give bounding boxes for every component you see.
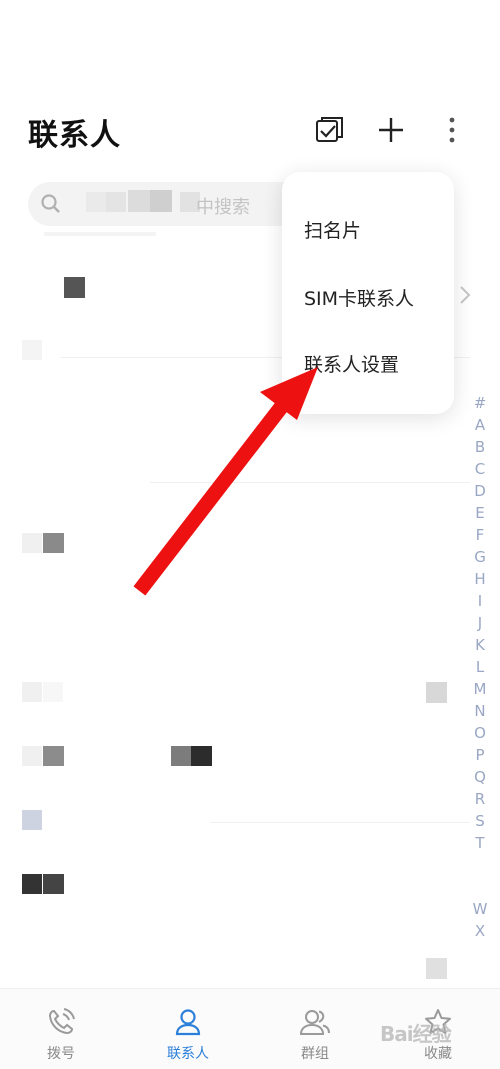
blurred-text <box>106 192 126 212</box>
page-title: 联系人 <box>28 118 121 153</box>
alphabet-index-letter[interactable]: W <box>473 898 488 920</box>
alphabet-index[interactable]: # A B C D E F G H I J K L M N O P Q R S T W X <box>468 392 492 964</box>
alphabet-index-letter[interactable]: B <box>475 436 485 458</box>
menu-item-scan-card[interactable]: 扫名片 <box>304 216 361 243</box>
alphabet-index-letter[interactable]: H <box>474 568 485 590</box>
search-placeholder: 中搜索 <box>196 197 250 218</box>
alphabet-index-letter[interactable]: A <box>475 414 485 436</box>
person-icon <box>175 1009 201 1036</box>
blurred-contact-extra <box>426 682 447 703</box>
blurred-text <box>128 190 150 212</box>
alphabet-index-letter[interactable]: L <box>476 656 484 678</box>
blurred-contact-name <box>191 746 212 766</box>
alphabet-index-letter[interactable]: Q <box>474 766 486 788</box>
alphabet-index-letter[interactable]: P <box>475 744 484 766</box>
tab-dial[interactable]: 拨号 <box>11 989 111 1069</box>
alphabet-index-letter[interactable]: K <box>475 634 485 656</box>
blurred-text <box>150 190 172 212</box>
menu-item-sim-contacts[interactable]: SIM卡联系人 <box>304 284 414 311</box>
more-vertical-icon <box>449 117 455 143</box>
phone-icon <box>48 1008 75 1035</box>
group-icon <box>299 1010 330 1035</box>
alphabet-index-letter[interactable]: D <box>474 480 486 502</box>
more-options-button[interactable] <box>434 112 470 148</box>
alphabet-index-letter[interactable]: S <box>475 810 485 832</box>
blurred-contact-avatar[interactable] <box>43 874 64 894</box>
red-annotation-arrow <box>133 367 318 596</box>
tab-label: 联系人 <box>167 1046 209 1062</box>
alphabet-index-letter[interactable]: # <box>474 392 487 414</box>
alphabet-index-letter[interactable]: T <box>475 832 484 854</box>
blurred-contact-extra <box>426 958 447 979</box>
alphabet-index-letter[interactable]: R <box>475 788 485 810</box>
blurred-contact-avatar[interactable] <box>22 682 42 702</box>
tab-label: 群组 <box>301 1046 329 1062</box>
blurred-contact-avatar[interactable] <box>43 682 63 702</box>
blurred-contact-avatar[interactable] <box>43 533 64 553</box>
list-divider <box>150 482 470 483</box>
blurred-contact-name <box>44 232 156 236</box>
alphabet-index-letter[interactable]: M <box>474 678 487 700</box>
alphabet-index-letter[interactable]: F <box>476 524 485 546</box>
blurred-contact-avatar[interactable] <box>22 746 42 766</box>
alphabet-index-letter[interactable]: O <box>474 722 486 744</box>
blurred-contact-name <box>22 340 42 360</box>
menu-item-contact-settings[interactable]: 联系人设置 <box>304 350 399 377</box>
add-contact-button[interactable] <box>373 112 409 148</box>
alphabet-index-letter[interactable]: N <box>474 700 485 722</box>
blurred-contact-avatar[interactable] <box>22 533 42 553</box>
tab-groups[interactable]: 群组 <box>265 989 365 1069</box>
multi-select-button[interactable] <box>312 112 348 148</box>
blurred-contact-name <box>171 746 191 766</box>
blurred-contact-avatar[interactable] <box>22 874 42 894</box>
alphabet-index-letter[interactable]: E <box>475 502 484 524</box>
tab-label: 拨号 <box>47 1046 75 1062</box>
blurred-contact-avatar[interactable] <box>22 810 42 830</box>
alphabet-index-letter[interactable]: G <box>474 546 486 568</box>
list-divider <box>210 822 470 823</box>
blurred-contact-avatar[interactable] <box>43 746 64 766</box>
multi-select-checkbox-icon <box>316 117 343 142</box>
plus-icon <box>379 118 403 142</box>
baidu-watermark: Bai经验 <box>380 1022 452 1046</box>
alphabet-index-letter[interactable]: X <box>475 920 485 942</box>
search-icon <box>41 194 60 213</box>
chevron-right-icon[interactable] <box>458 284 472 306</box>
blurred-text <box>86 192 106 212</box>
alphabet-index-letter[interactable]: J <box>478 612 482 634</box>
alphabet-index-letter[interactable]: C <box>475 458 485 480</box>
tab-contacts[interactable]: 联系人 <box>138 989 238 1069</box>
alphabet-index-letter[interactable]: I <box>478 590 482 612</box>
blurred-contact-avatar[interactable] <box>64 277 85 298</box>
overflow-popup-menu: 扫名片 SIM卡联系人 联系人设置 <box>282 172 454 414</box>
